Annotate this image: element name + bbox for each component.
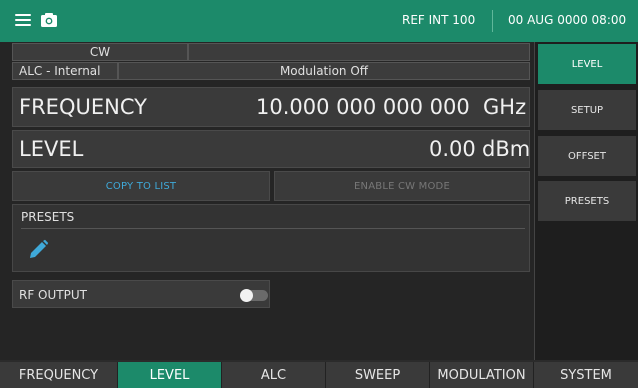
level-label: LEVEL (19, 137, 84, 161)
side-menu-setup[interactable]: SETUP (538, 90, 636, 130)
frequency-field[interactable]: FREQUENCY 10.000 000 000 000 GHz (12, 87, 530, 127)
side-menu-presets[interactable]: PRESETS (538, 181, 636, 221)
mode-status: CW (12, 43, 188, 61)
hamburger-menu-icon[interactable] (15, 14, 31, 27)
rf-output-row[interactable]: RF OUTPUT (12, 280, 270, 308)
right-side-menu: LEVEL SETUP OFFSET PRESETS (534, 42, 638, 360)
main-panel: CW ALC - Internal Modulation Off FREQUEN… (0, 42, 534, 360)
bottom-tab-bar: FREQUENCY LEVEL ALC SWEEP MODULATION SYS… (0, 362, 638, 388)
side-menu-offset[interactable]: OFFSET (538, 136, 636, 176)
top-bar: REF INT 100 00 AUG 0000 08:00 (0, 0, 638, 42)
camera-icon[interactable] (40, 12, 58, 28)
toggle-knob (240, 289, 253, 302)
tab-level[interactable]: LEVEL (118, 362, 222, 388)
header-divider (492, 10, 493, 32)
level-unit: dBm (482, 137, 531, 161)
modulation-status: Modulation Off (118, 62, 530, 80)
side-menu-level[interactable]: LEVEL (538, 44, 636, 84)
tab-alc[interactable]: ALC (222, 362, 326, 388)
copy-to-list-button[interactable]: COPY TO LIST (12, 171, 270, 201)
enable-cw-mode-button[interactable]: ENABLE CW MODE (274, 171, 530, 201)
presets-divider (21, 228, 525, 229)
frequency-label: FREQUENCY (19, 95, 147, 119)
rf-output-label: RF OUTPUT (19, 288, 87, 302)
tab-sweep[interactable]: SWEEP (326, 362, 430, 388)
tab-system[interactable]: SYSTEM (534, 362, 638, 388)
frequency-value: 10.000 000 000 000 (256, 95, 470, 119)
level-field[interactable]: LEVEL 0.00 dBm (12, 130, 530, 168)
alc-status: ALC - Internal (12, 62, 118, 80)
tab-frequency[interactable]: FREQUENCY (0, 362, 118, 388)
datetime-display: 00 AUG 0000 08:00 (508, 13, 627, 27)
tab-modulation[interactable]: MODULATION (430, 362, 534, 388)
pencil-icon[interactable] (27, 239, 49, 261)
mode-status-empty (188, 43, 530, 61)
presets-title: PRESETS (21, 210, 75, 224)
rf-output-toggle[interactable] (240, 289, 268, 302)
level-value: 0.00 (429, 137, 476, 161)
frequency-unit: GHz (483, 95, 527, 119)
presets-panel: PRESETS (12, 204, 530, 272)
reference-status: REF INT 100 (402, 13, 476, 27)
